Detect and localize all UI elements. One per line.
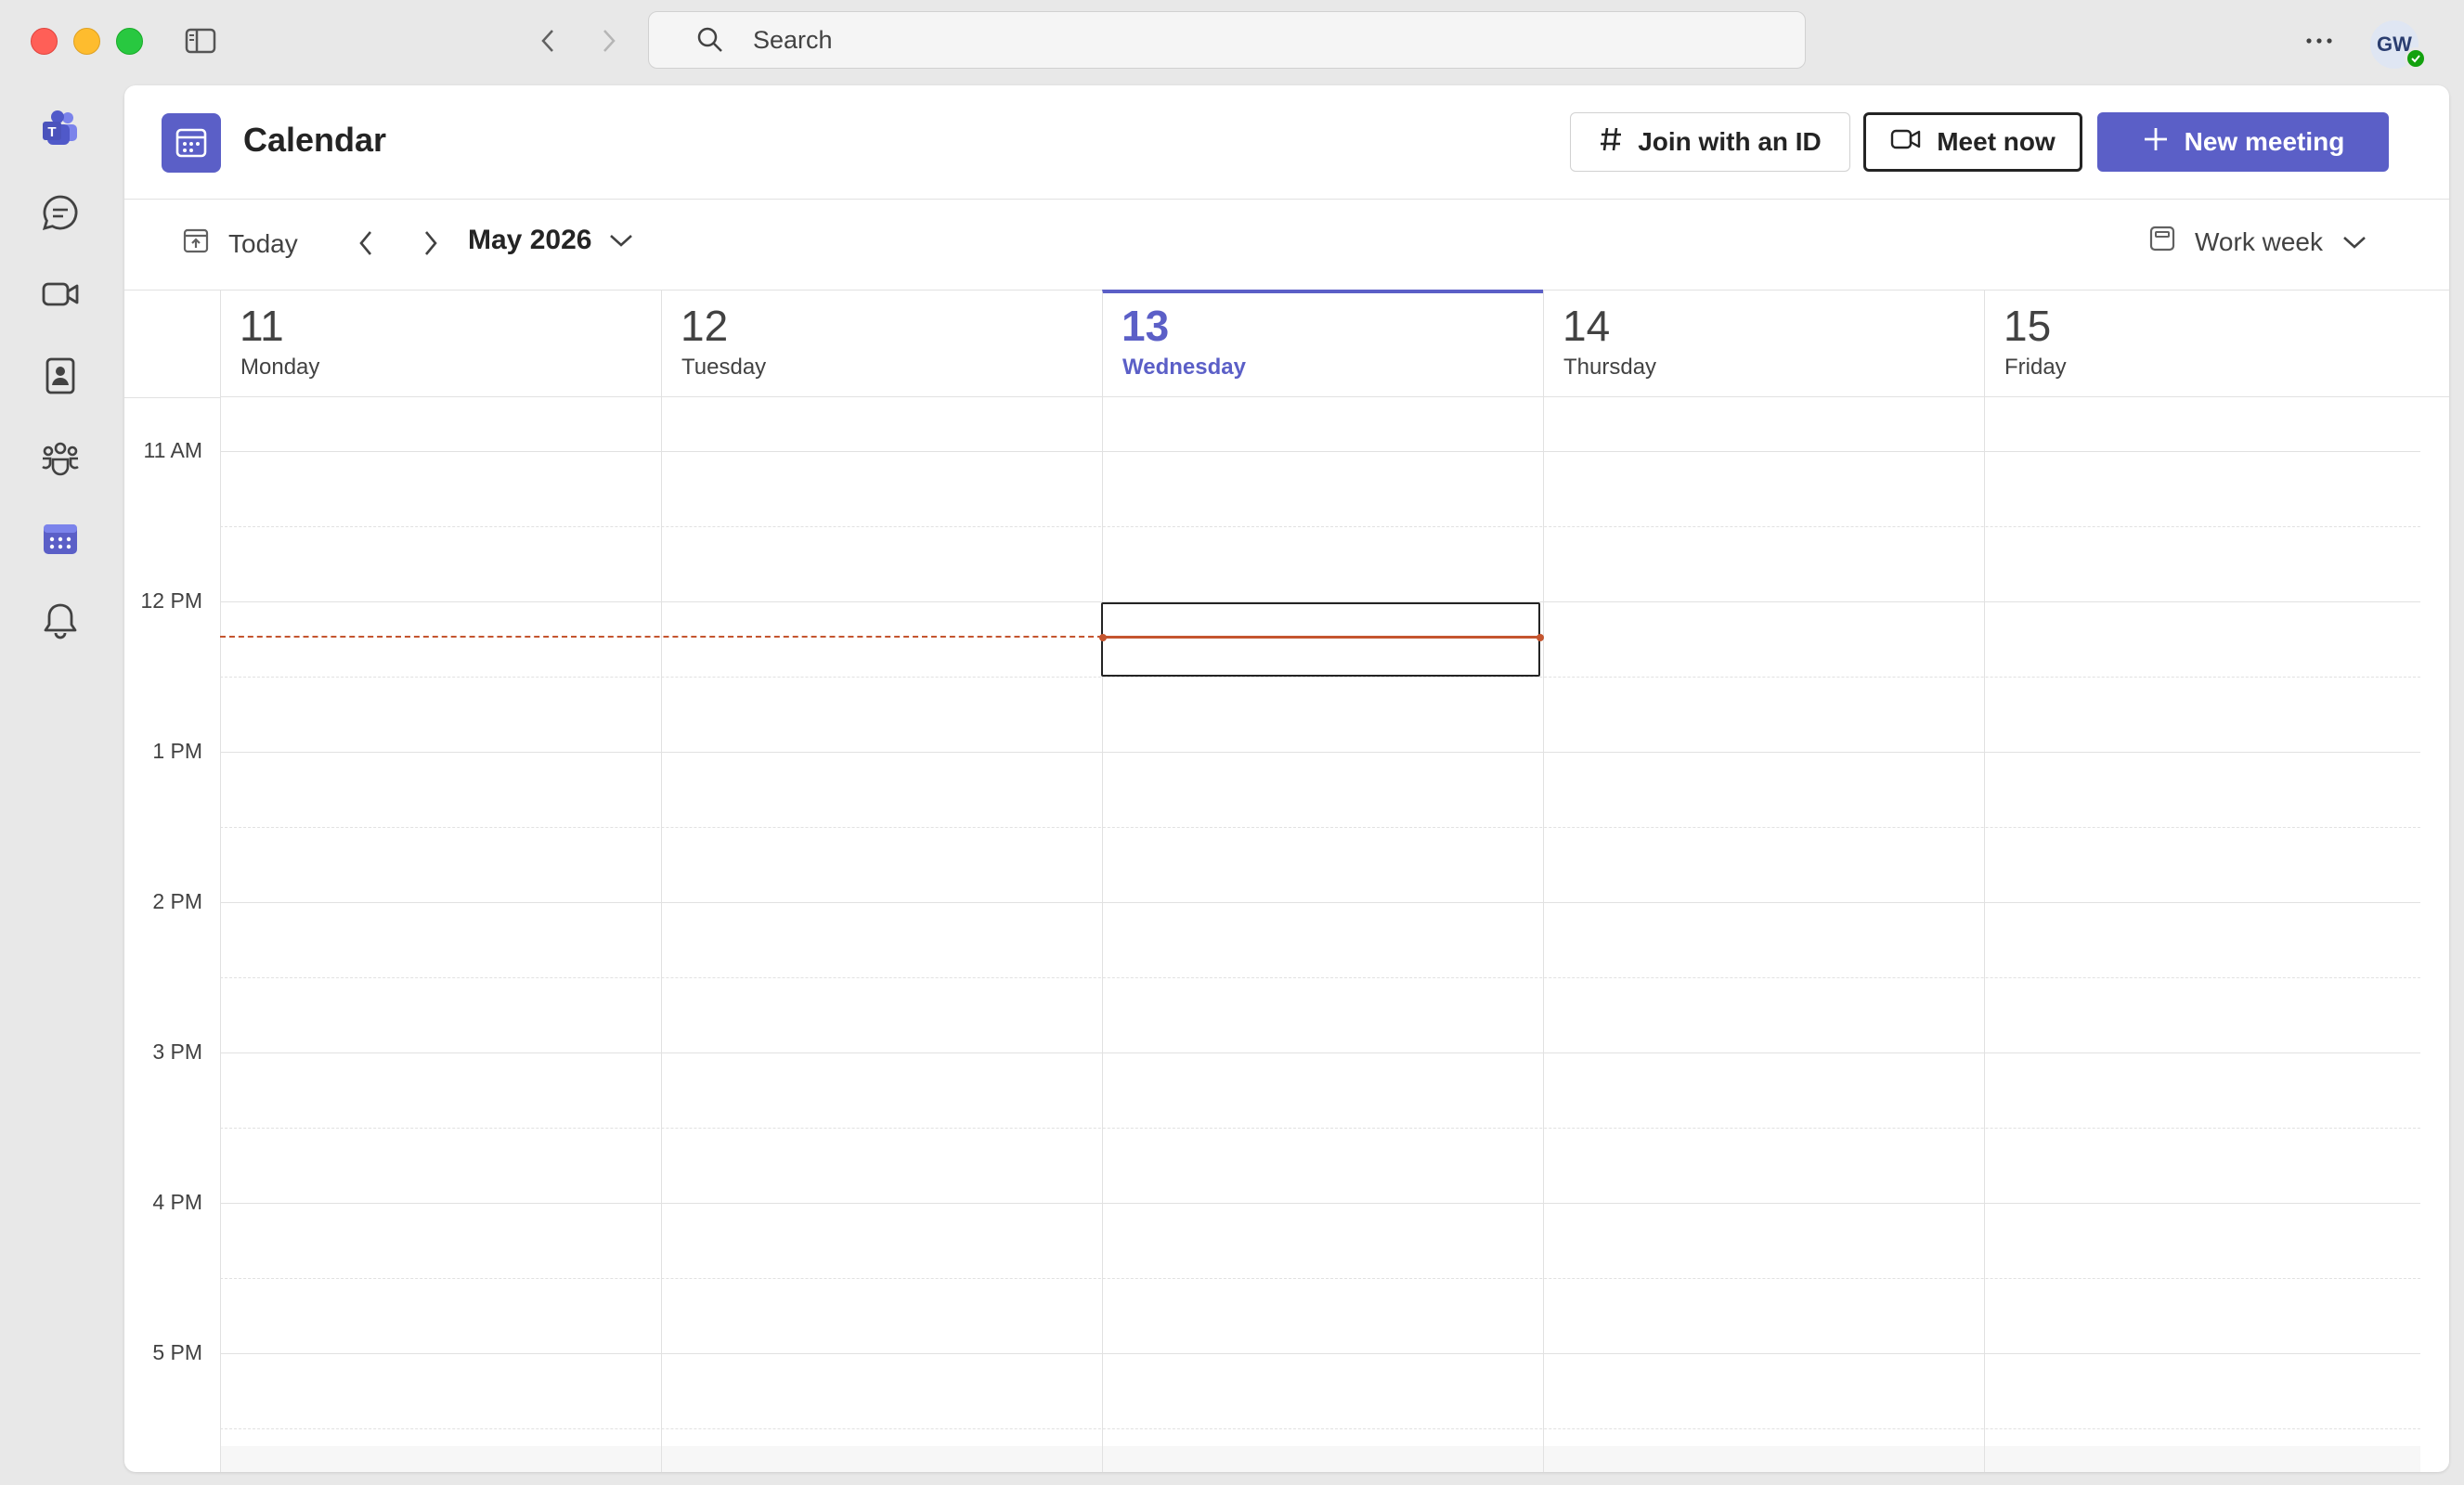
window-close-button[interactable]	[31, 28, 58, 55]
time-gutter-header	[124, 290, 220, 398]
day-header-friday[interactable]: 15 Friday	[1984, 290, 2449, 397]
day-name: Thursday	[1563, 355, 1657, 380]
month-picker[interactable]: May 2026	[468, 225, 634, 256]
calendar-panel: Calendar Join with an ID Meet now New me…	[124, 85, 2449, 1472]
day-name: Wednesday	[1122, 355, 1246, 380]
chat-icon[interactable]	[33, 186, 87, 239]
search-input[interactable]	[751, 24, 1683, 56]
chevron-down-icon	[2341, 227, 2367, 257]
more-options-icon[interactable]	[2301, 22, 2338, 59]
plus-icon	[2142, 125, 2170, 160]
search-icon	[692, 21, 729, 58]
calendar-toolbar: Today May 2026 Work week	[124, 199, 2449, 291]
forward-arrow-icon[interactable]	[590, 22, 628, 59]
hour-line	[220, 1203, 2420, 1204]
current-time-indicator	[1103, 636, 1542, 639]
view-label: Work week	[2195, 226, 2323, 256]
video-camera-icon	[1890, 127, 1922, 158]
title-bar: GW	[0, 0, 2464, 82]
current-time-dot	[1537, 634, 1544, 641]
previous-week-icon[interactable]	[345, 223, 386, 264]
window-zoom-button[interactable]	[116, 28, 143, 55]
activity-bell-icon[interactable]	[33, 594, 87, 648]
time-label: 2 PM	[152, 889, 202, 913]
new-meeting-button[interactable]: New meeting	[2097, 112, 2389, 172]
day-name: Friday	[2004, 355, 2067, 380]
column-divider	[220, 397, 221, 1472]
time-label: 5 PM	[152, 1340, 202, 1364]
half-hour-line	[220, 827, 2420, 828]
meet-now-button[interactable]: Meet now	[1863, 112, 2082, 172]
after-hours-shading	[220, 1446, 2420, 1472]
half-hour-line	[220, 1428, 2420, 1429]
hour-line	[220, 902, 2420, 903]
back-arrow-icon[interactable]	[529, 22, 566, 59]
day-header-wednesday-today[interactable]: 13 Wednesday	[1102, 290, 1543, 397]
day-header-tuesday[interactable]: 12 Tuesday	[661, 290, 1102, 397]
day-number: 14	[1563, 302, 1611, 350]
half-hour-line	[220, 977, 2420, 978]
meet-now-label: Meet now	[1937, 127, 2055, 156]
page-title: Calendar	[243, 121, 387, 159]
calendar-header: Calendar Join with an ID Meet now New me…	[124, 85, 2449, 200]
chevron-down-icon	[608, 225, 634, 256]
search-bar[interactable]	[648, 11, 1806, 69]
svg-text:T: T	[47, 124, 56, 140]
hour-line	[220, 752, 2420, 753]
day-number: 15	[2004, 302, 2052, 350]
time-grid[interactable]: 11 AM 12 PM 1 PM 2 PM 3 PM 4 PM 5 PM	[124, 397, 2449, 1472]
day-header-thursday[interactable]: 14 Thursday	[1543, 290, 1984, 397]
new-meeting-label: New meeting	[2184, 127, 2345, 156]
day-number: 11	[240, 302, 284, 350]
meet-video-icon[interactable]	[33, 267, 87, 321]
next-week-icon[interactable]	[410, 223, 451, 264]
sidebar-toggle-icon[interactable]	[182, 22, 219, 59]
column-divider	[1984, 397, 1985, 1472]
today-label: Today	[228, 228, 298, 258]
time-label: 12 PM	[140, 588, 202, 613]
half-hour-line	[220, 677, 2420, 678]
current-time-line-past	[220, 636, 1103, 638]
hour-line	[220, 1353, 2420, 1354]
hour-line	[220, 1052, 2420, 1053]
hour-line	[220, 451, 2420, 452]
people-contacts-icon[interactable]	[33, 349, 87, 403]
day-header-monday[interactable]: 11 Monday	[220, 290, 661, 397]
column-divider	[661, 397, 662, 1472]
half-hour-line	[220, 1128, 2420, 1129]
half-hour-line	[220, 1278, 2420, 1279]
window-minimize-button[interactable]	[73, 28, 100, 55]
calendar-today-icon	[182, 226, 210, 261]
hash-icon	[1599, 126, 1623, 159]
column-divider	[1102, 397, 1103, 1472]
day-number: 12	[681, 302, 729, 350]
column-divider	[1543, 397, 1544, 1472]
half-hour-line	[220, 526, 2420, 527]
view-layout-icon	[2148, 225, 2176, 259]
time-label: 11 AM	[143, 438, 203, 462]
today-button[interactable]: Today	[182, 226, 298, 261]
time-label: 4 PM	[152, 1190, 202, 1214]
selected-time-slot[interactable]	[1101, 602, 1540, 677]
communities-icon[interactable]	[33, 431, 87, 484]
join-with-id-label: Join with an ID	[1638, 127, 1822, 156]
join-with-id-button[interactable]: Join with an ID	[1570, 112, 1850, 172]
time-label: 1 PM	[152, 739, 202, 763]
day-number: 13	[1122, 302, 1170, 350]
presence-available-icon	[2405, 47, 2427, 70]
calendar-app-icon	[162, 113, 221, 173]
calendar-nav-icon[interactable]	[33, 512, 87, 566]
day-name: Monday	[240, 355, 320, 380]
time-label: 3 PM	[152, 1040, 202, 1064]
month-label: May 2026	[468, 225, 592, 255]
day-name: Tuesday	[681, 355, 767, 380]
current-time-dot	[1099, 634, 1107, 641]
teams-app-icon[interactable]: T	[33, 102, 87, 156]
view-switcher[interactable]: Work week	[2148, 225, 2367, 259]
